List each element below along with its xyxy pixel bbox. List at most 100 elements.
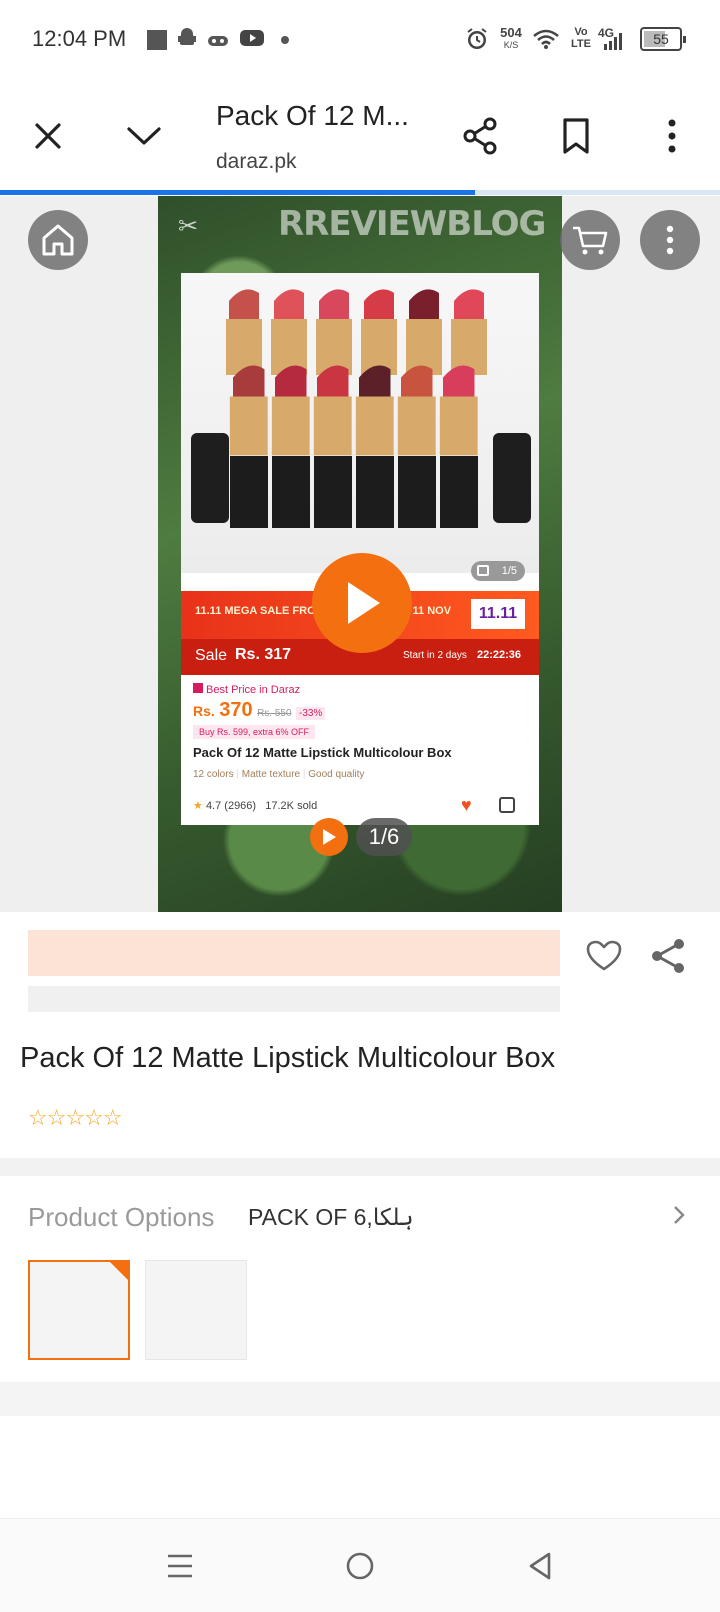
slide-counter: 1/6	[356, 818, 412, 856]
close-icon	[35, 123, 61, 149]
battery-level: 55	[653, 31, 669, 47]
share-icon	[652, 939, 684, 973]
android-icon	[178, 28, 196, 54]
option-thumbnail[interactable]	[145, 1260, 247, 1360]
sale-badge: 11.11	[471, 599, 525, 629]
best-price-row: Best Price in Daraz	[193, 683, 300, 696]
card-product-name: Pack Of 12 Matte Lipstick Multicolour Bo…	[193, 745, 452, 760]
card-rating: 4.7 (2966)	[205, 800, 257, 812]
best-price-icon	[193, 683, 203, 693]
media-counter-badge: 1/5	[471, 561, 525, 581]
gamepad-icon	[208, 31, 228, 54]
lipstick-base	[230, 456, 268, 528]
lipstick-photo	[181, 273, 539, 573]
play-icon	[348, 582, 380, 624]
bookmark-icon	[563, 118, 589, 154]
alarm-icon	[465, 27, 489, 57]
share-icon	[463, 117, 497, 155]
play-icon	[323, 829, 336, 845]
dot-icon	[281, 36, 289, 44]
lipstick-bottom	[355, 365, 394, 456]
battery-tip	[683, 36, 686, 43]
share-box-icon	[499, 797, 515, 813]
lipstick-bottom	[229, 365, 268, 456]
product-options-value: PACK OF 6,ہلکا	[248, 1204, 414, 1230]
price-placeholder	[28, 930, 560, 976]
recent-apps-icon	[168, 1554, 192, 1578]
lipstick-bottom	[397, 365, 436, 456]
home-button[interactable]	[28, 210, 88, 270]
lipstick-top	[271, 289, 307, 375]
card-price: 370	[219, 699, 253, 721]
product-title: Pack Of 12 Matte Lipstick Multicolour Bo…	[20, 1042, 556, 1074]
card-tags: 12 colors | Matte texture | Good quality	[193, 769, 364, 780]
status-time: 12:04 PM	[32, 26, 127, 51]
battery-icon: 55	[640, 27, 686, 51]
rating-stars[interactable]: ☆☆☆☆☆	[28, 1105, 123, 1131]
net-speed: 504 K/S	[496, 25, 526, 51]
product-options-label: Product Options	[28, 1202, 215, 1232]
product-share-button[interactable]	[648, 936, 688, 976]
recent-apps-button[interactable]	[162, 1548, 198, 1584]
chevron-down-icon	[127, 127, 161, 145]
youtube-icon	[240, 28, 264, 54]
back-triangle-icon	[529, 1552, 551, 1580]
slide-play-button[interactable]	[310, 818, 348, 856]
selected-corner-marker	[108, 1260, 130, 1282]
lipstick-top	[406, 289, 442, 375]
lipstick-bottom	[313, 365, 352, 456]
back-nav-button[interactable]	[522, 1548, 558, 1584]
sale-countdown: 22:22:36	[477, 649, 522, 661]
card-price-currency: Rs.	[193, 703, 215, 719]
card-sold: 17.2K sold	[265, 800, 318, 812]
page-title: Pack Of 12 M...	[216, 100, 409, 131]
subtitle-placeholder	[28, 986, 560, 1012]
lipstick-illustration	[191, 289, 531, 528]
video-watermark: RREVIEWBLOG	[278, 204, 546, 244]
wifi-icon	[532, 28, 560, 55]
cart-button[interactable]	[560, 210, 620, 270]
signal-icon	[602, 32, 624, 55]
card-original-price: Rs. 550	[257, 708, 292, 719]
media-counter: 1/5	[501, 565, 517, 577]
section-divider	[0, 1382, 720, 1416]
home-circle-icon	[346, 1552, 374, 1580]
chevron-right-icon	[672, 1204, 686, 1232]
net-speed-unit: K/S	[503, 40, 519, 50]
video-play-button[interactable]	[312, 553, 412, 653]
lipstick-bottom	[271, 365, 310, 456]
volte-label: Vo LTE	[571, 26, 591, 50]
home-icon	[42, 224, 74, 256]
option-thumbnail-selected[interactable]	[28, 1260, 130, 1360]
browser-toolbar	[0, 80, 720, 190]
lipstick-top	[361, 289, 397, 375]
sale-start-text: Start in 2 days	[403, 650, 467, 661]
status-bar: 12:04 PM 504 K/S Vo LTE 4G 55	[0, 0, 720, 80]
share-button[interactable]	[452, 108, 508, 164]
heart-filled-icon: ♥	[461, 795, 472, 815]
lipstick-top	[316, 289, 352, 375]
lipstick-base	[356, 456, 394, 528]
gallery-more-button[interactable]	[640, 210, 700, 270]
lipstick-base	[440, 456, 478, 528]
card-tag: Good quality	[308, 769, 365, 780]
cart-icon	[573, 226, 608, 255]
minimize-tab-button[interactable]	[116, 108, 172, 164]
home-nav-button[interactable]	[342, 1548, 378, 1584]
more-options-button[interactable]	[644, 108, 700, 164]
sale-price: Rs. 317	[235, 646, 292, 663]
video-mini-icon	[477, 565, 489, 576]
sale-label: Sale	[195, 647, 228, 664]
square-notification-icon	[147, 30, 167, 50]
lipstick-top	[226, 289, 262, 375]
lipstick-base	[314, 456, 352, 528]
close-button[interactable]	[20, 108, 76, 164]
wishlist-button[interactable]	[584, 936, 624, 976]
lipstick-cap	[191, 433, 229, 523]
net-speed-value: 504	[500, 25, 522, 40]
product-card-image: 1/5 11.11 MEGA SALE FROM 10 NOV (8PM) ~ …	[181, 273, 539, 825]
card-tag: 12 colors	[193, 769, 234, 780]
card-tag: Matte texture	[241, 769, 301, 780]
bookmark-button[interactable]	[548, 108, 604, 164]
rating-star-icon: ★	[193, 800, 203, 812]
